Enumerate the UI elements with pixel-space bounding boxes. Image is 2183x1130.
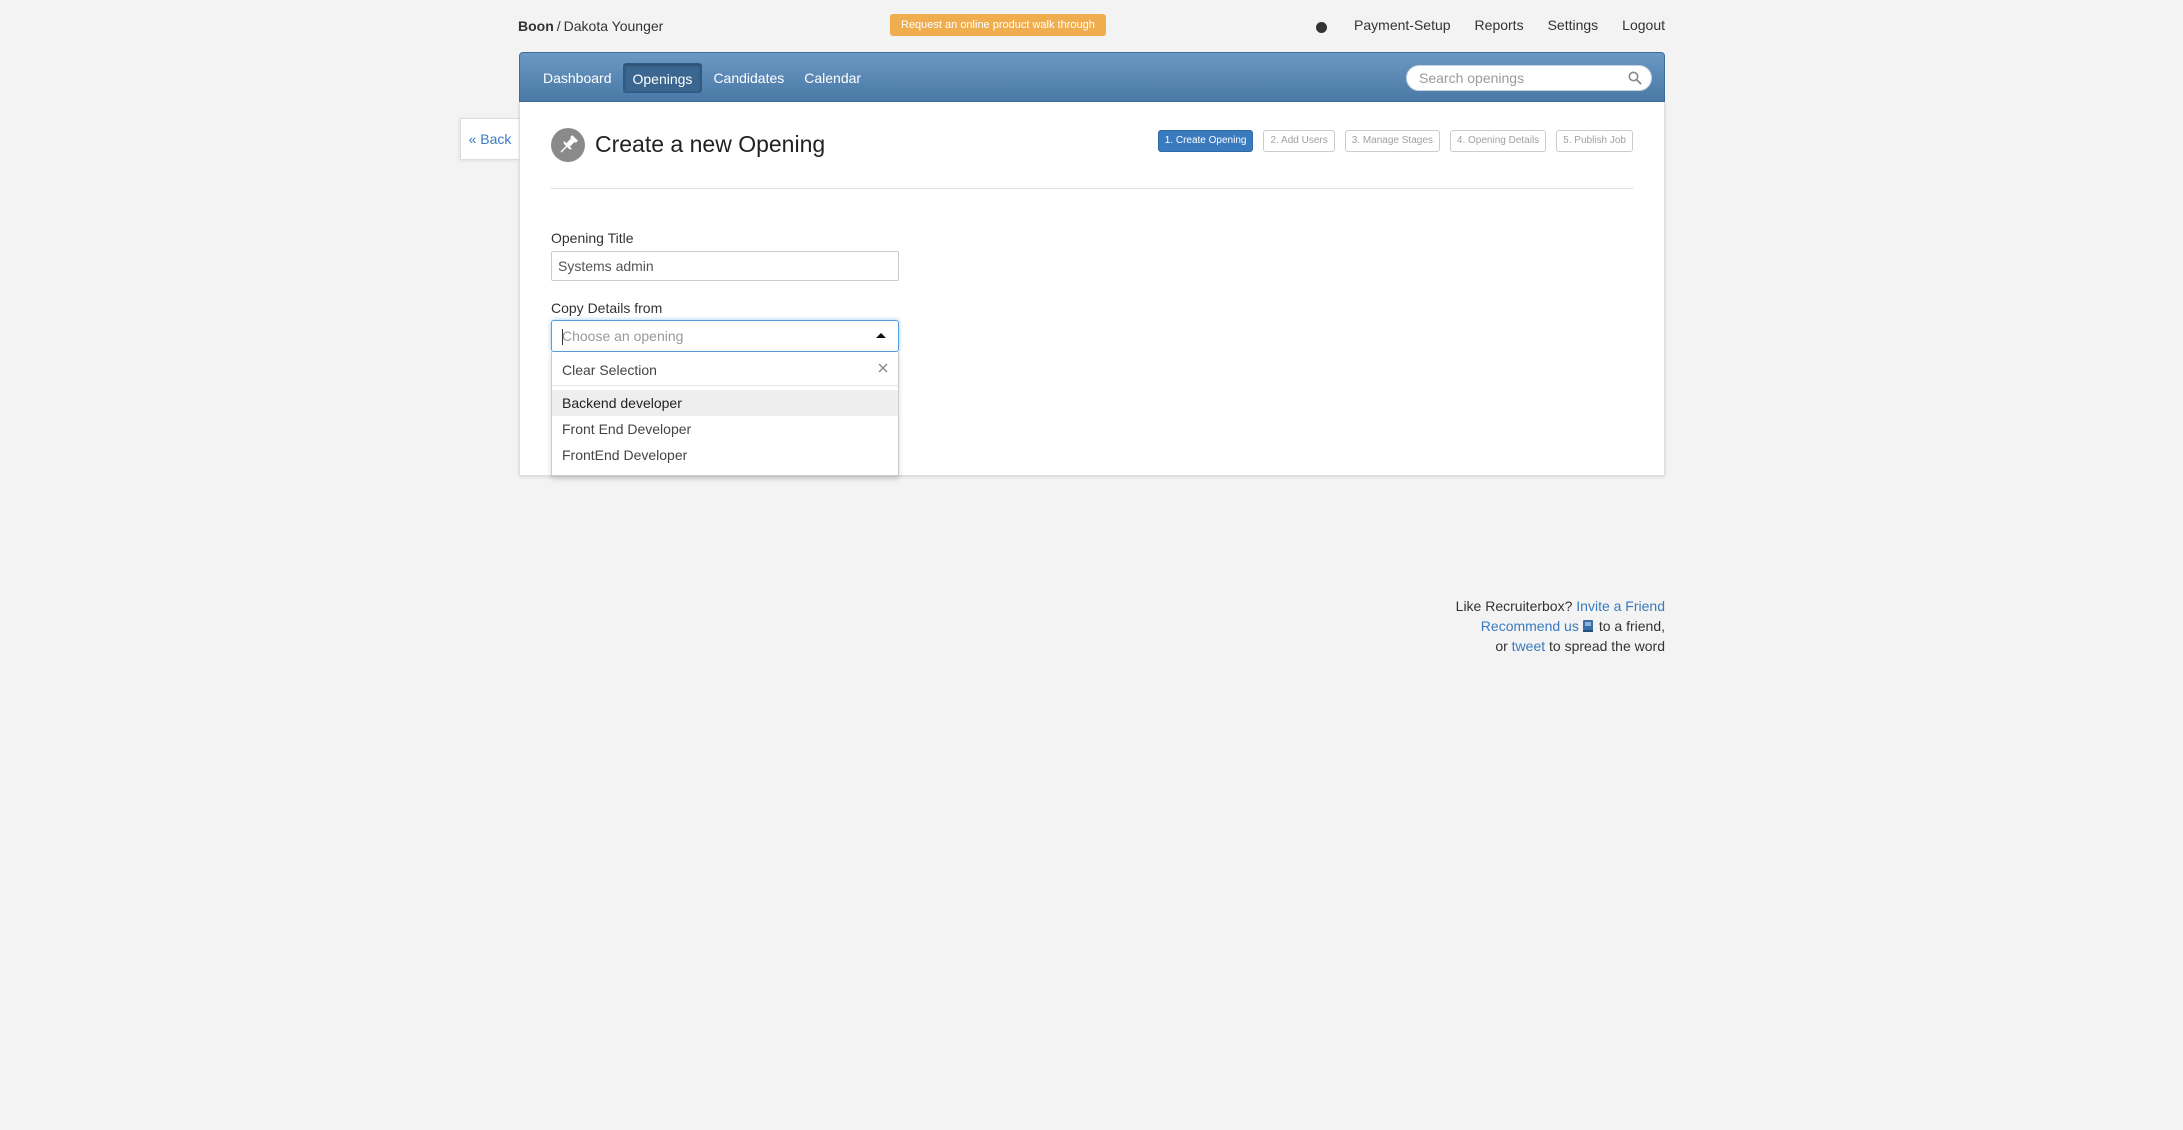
reports-link[interactable]: Reports bbox=[1475, 17, 1524, 33]
search-icon[interactable] bbox=[1628, 71, 1642, 85]
top-bar: Boon / Dakota Younger Request an online pr… bbox=[518, 12, 1665, 38]
breadcrumb-separator: / bbox=[556, 18, 561, 34]
pushpin-icon bbox=[551, 128, 585, 162]
footer-spread-text: to spread the word bbox=[1549, 638, 1665, 654]
step-create-opening[interactable]: 1. Create Opening bbox=[1157, 130, 1254, 152]
footer-line-3: or tweet to spread the word bbox=[1456, 636, 1665, 656]
payment-setup-label: Payment-Setup bbox=[1354, 17, 1451, 33]
close-icon[interactable] bbox=[878, 363, 888, 373]
clear-selection-option[interactable]: Clear Selection bbox=[552, 352, 898, 386]
step-manage-stages[interactable]: 3. Manage Stages bbox=[1344, 130, 1440, 152]
tweet-link[interactable]: tweet bbox=[1512, 638, 1545, 654]
book-icon[interactable] bbox=[1582, 619, 1594, 633]
clear-selection-label: Clear Selection bbox=[562, 362, 657, 378]
main-nav-items: Dashboard Openings Candidates Calendar bbox=[534, 63, 872, 93]
invite-friend-link[interactable]: Invite a Friend bbox=[1576, 598, 1665, 614]
footer-line-2: Recommend us to a friend, bbox=[1456, 616, 1665, 636]
wizard-steps: 1. Create Opening 2. Add Users 3. Manage… bbox=[1148, 130, 1633, 152]
company-name: Boon bbox=[518, 18, 554, 34]
text-cursor bbox=[562, 329, 563, 345]
option-frontend-developer[interactable]: FrontEnd Developer bbox=[552, 442, 898, 468]
recommend-link[interactable]: Recommend us bbox=[1481, 618, 1579, 634]
footer-to-friend-text: to a friend, bbox=[1598, 618, 1665, 634]
nav-candidates[interactable]: Candidates bbox=[704, 63, 793, 93]
nav-dashboard[interactable]: Dashboard bbox=[534, 63, 621, 93]
copy-details-select[interactable] bbox=[551, 320, 899, 352]
nav-calendar[interactable]: Calendar bbox=[795, 63, 870, 93]
copy-details-search-input[interactable] bbox=[562, 327, 852, 345]
search-openings-input[interactable] bbox=[1419, 69, 1619, 87]
copy-details-dropdown: Clear Selection Backend developer Front … bbox=[551, 352, 899, 476]
step-opening-details[interactable]: 4. Opening Details bbox=[1449, 130, 1547, 152]
search-openings-box bbox=[1406, 65, 1652, 91]
option-backend-developer[interactable]: Backend developer bbox=[552, 390, 898, 416]
nav-openings[interactable]: Openings bbox=[622, 63, 703, 93]
logout-link[interactable]: Logout bbox=[1622, 17, 1665, 33]
copy-details-label: Copy Details from bbox=[551, 300, 663, 316]
option-front-end-developer[interactable]: Front End Developer bbox=[552, 416, 898, 442]
opening-title-label: Opening Title bbox=[551, 230, 634, 246]
referral-footer: Like Recruiterbox? Invite a Friend Recom… bbox=[1456, 596, 1665, 656]
back-link[interactable]: « Back bbox=[460, 118, 519, 160]
top-nav: i Payment-Setup Reports Settings Logout bbox=[1268, 17, 1665, 33]
settings-link[interactable]: Settings bbox=[1548, 17, 1599, 33]
user-name[interactable]: Dakota Younger bbox=[564, 18, 664, 34]
opening-options-list: Backend developer Front End Developer Fr… bbox=[552, 390, 898, 468]
main-navbar: Dashboard Openings Candidates Calendar bbox=[519, 52, 1665, 102]
account-breadcrumb: Boon / Dakota Younger bbox=[518, 18, 663, 34]
payment-setup-link[interactable]: i Payment-Setup bbox=[1292, 17, 1451, 33]
content-panel: Create a new Opening 1. Create Opening 2… bbox=[519, 102, 1665, 476]
arrow-up-icon[interactable] bbox=[876, 333, 886, 338]
footer-line-1: Like Recruiterbox? Invite a Friend bbox=[1456, 596, 1665, 616]
step-publish-job[interactable]: 5. Publish Job bbox=[1556, 130, 1633, 152]
opening-title-input[interactable] bbox=[551, 251, 899, 281]
walkthrough-request-button[interactable]: Request an online product walk through bbox=[890, 14, 1106, 36]
footer-or-text: or bbox=[1495, 638, 1508, 654]
page-title: Create a new Opening bbox=[595, 131, 826, 157]
page-header: Create a new Opening 1. Create Opening 2… bbox=[551, 128, 1633, 189]
step-add-users[interactable]: 2. Add Users bbox=[1263, 130, 1335, 152]
info-icon: i bbox=[1316, 22, 1328, 33]
footer-like-text: Like Recruiterbox? bbox=[1455, 598, 1573, 614]
